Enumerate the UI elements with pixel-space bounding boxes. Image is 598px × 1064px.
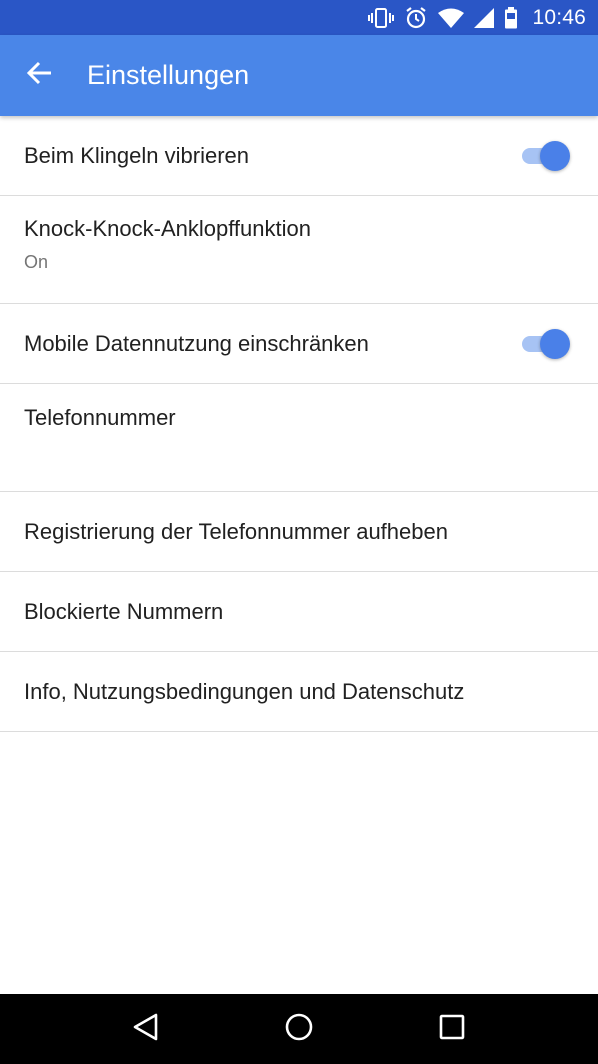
settings-screen: 10:46 Einstellungen Beim Klingeln vibrie… — [0, 0, 598, 1064]
home-circle-icon — [284, 1012, 314, 1047]
setting-blocked-numbers[interactable]: Blockierte Nummern — [0, 572, 598, 652]
toggle-thumb — [540, 328, 570, 359]
setting-title: Beim Klingeln vibrieren — [24, 142, 249, 168]
signal-icon — [474, 7, 495, 28]
setting-title: Blockierte Nummern — [24, 598, 224, 624]
vibrate-icon — [368, 7, 395, 29]
setting-subtitle — [24, 441, 574, 461]
setting-vibrate-on-ring[interactable]: Beim Klingeln vibrieren — [0, 116, 598, 196]
setting-knock-knock[interactable]: Knock-Knock-Anklopffunktion On — [0, 196, 598, 304]
back-triangle-icon — [132, 1012, 160, 1047]
status-time: 10:46 — [532, 5, 586, 29]
setting-subtitle: On — [24, 252, 49, 272]
setting-unregister-number[interactable]: Registrierung der Telefonnummer aufheben — [0, 492, 598, 572]
status-bar: 10:46 — [0, 0, 598, 35]
setting-title: Knock-Knock-Anklopffunktion — [24, 216, 311, 241]
setting-title: Telefonnummer — [24, 404, 176, 430]
setting-title: Mobile Datennutzung einschränken — [24, 330, 369, 356]
alarm-icon — [404, 6, 428, 30]
mobile-data-toggle[interactable] — [520, 328, 570, 359]
nav-back-button[interactable] — [116, 999, 176, 1059]
toggle-thumb — [540, 140, 570, 171]
arrow-back-icon — [26, 61, 53, 90]
app-bar: Einstellungen — [0, 35, 598, 116]
settings-list: Beim Klingeln vibrieren Knock-Knock-Ankl… — [0, 116, 598, 732]
wifi-icon — [438, 8, 465, 28]
vibrate-toggle[interactable] — [520, 140, 570, 171]
page-title: Einstellungen — [87, 60, 250, 90]
setting-info-terms-privacy[interactable]: Info, Nutzungsbedingungen und Datenschut… — [0, 652, 598, 732]
setting-phone-number[interactable]: Telefonnummer — [0, 384, 598, 492]
nav-recents-button[interactable] — [422, 999, 482, 1059]
recents-square-icon — [438, 1013, 466, 1046]
nav-home-button[interactable] — [269, 999, 329, 1059]
battery-icon — [504, 6, 518, 29]
setting-limit-mobile-data[interactable]: Mobile Datennutzung einschränken — [0, 304, 598, 384]
setting-title: Info, Nutzungsbedingungen und Datenschut… — [24, 678, 465, 704]
setting-title: Registrierung der Telefonnummer aufheben — [24, 518, 448, 544]
back-button[interactable] — [0, 35, 80, 116]
navigation-bar — [0, 994, 598, 1064]
